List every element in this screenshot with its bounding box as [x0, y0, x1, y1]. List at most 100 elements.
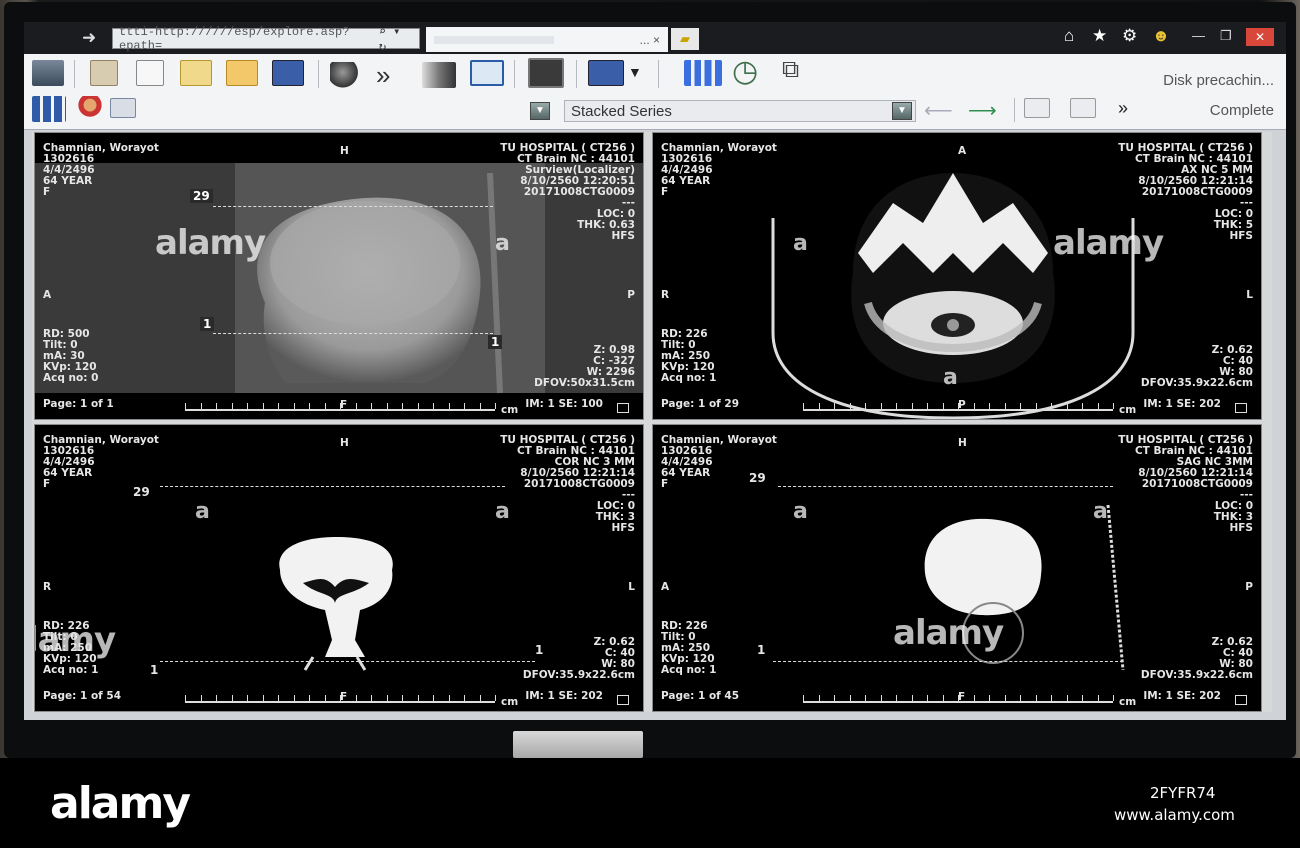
image-series-number: IM: 1 SE: 202 — [1143, 690, 1221, 702]
user-icon[interactable] — [78, 96, 102, 122]
minimize-icon[interactable]: — — [1192, 28, 1205, 43]
study-info-line: HFS — [1229, 230, 1253, 242]
clipboard-icon[interactable] — [90, 60, 118, 86]
patient-info-line: F — [661, 478, 669, 490]
image-menu-icon[interactable] — [617, 695, 629, 705]
ref-line-bottom — [160, 661, 535, 662]
image-id: 2FYFR74 — [1150, 784, 1216, 802]
tab-title[interactable]: ... × — [640, 33, 660, 47]
page-counter: Page: 1 of 1 — [43, 398, 114, 410]
viewer-toolbar: » ▼ ◷ ⧉ Disk precachin... ▼ Stacked Seri… — [24, 54, 1286, 130]
scale-ruler — [185, 695, 496, 703]
viewport-scout[interactable]: 29 1 1 alamy a Chamnian, Worayot 1302616 4… — [34, 132, 644, 420]
scan-params-line: Acq no: 0 — [43, 372, 99, 384]
toolbar-separator — [1014, 98, 1015, 122]
image-layout-icon[interactable] — [588, 60, 624, 86]
series-mode-dropdown[interactable]: Stacked Series — [564, 100, 916, 122]
orientation-right: L — [1246, 289, 1253, 301]
folder-icon[interactable] — [226, 60, 258, 86]
image-menu-icon[interactable] — [1235, 695, 1247, 705]
clock-icon[interactable]: ◷ — [732, 54, 758, 89]
settings-gear-icon[interactable]: ⚙ — [1122, 26, 1137, 46]
bar-chart-icon[interactable] — [684, 60, 722, 86]
magnifier-icon[interactable] — [330, 62, 362, 88]
3d-cube-icon[interactable] — [422, 62, 456, 88]
monitor-stand — [513, 731, 643, 758]
new-tab-icon[interactable]: ▰ — [671, 28, 699, 50]
next-arrow-icon[interactable]: ⟶ — [968, 98, 997, 123]
restore-icon[interactable]: ❐ — [1220, 28, 1232, 44]
patient-info-line: F — [43, 478, 51, 490]
orientation-top: H — [340, 437, 349, 449]
image-menu-icon[interactable] — [1235, 403, 1247, 413]
monitor-screen: ➜ ttti-http://////esp/explore.asp?epath=… — [24, 22, 1286, 720]
next-series-icon[interactable]: » — [376, 60, 390, 91]
image-series-number: IM: 1 SE: 100 — [525, 398, 603, 410]
grid-layout-icon[interactable] — [528, 58, 564, 88]
watermark-small: a — [793, 499, 808, 524]
series-mode-value: Stacked Series — [571, 103, 672, 120]
study-info: TU HOSPITAL ( CT256 ) CT Brain NC : 44101… — [500, 143, 635, 242]
watermark-small: a — [793, 231, 808, 256]
viewport-axial[interactable]: alamy a a Chamnian, Worayot 1302616 4/4/24… — [652, 132, 1262, 420]
document-icon[interactable] — [136, 60, 164, 86]
browser-tab[interactable]: ... × — [426, 27, 668, 52]
study-info-line: 20171008CTG0009 — [1141, 186, 1253, 198]
prev-arrow-icon[interactable]: ⟵ — [924, 98, 953, 123]
image-series-number: IM: 1 SE: 202 — [1143, 398, 1221, 410]
study-info: TU HOSPITAL ( CT256 ) CT Brain NC : 44101… — [500, 435, 635, 534]
dropdown-button-1[interactable]: ▼ — [530, 102, 550, 120]
watermark-small: a — [1093, 499, 1108, 524]
home-icon[interactable]: ⌂ — [1064, 26, 1074, 46]
patient-info: Chamnian, Worayot 1302616 4/4/2496 64 YEAR F — [43, 143, 159, 198]
thumbnail-grid-icon[interactable] — [32, 96, 66, 122]
close-window-button[interactable]: ✕ — [1246, 28, 1274, 46]
scale-ruler — [185, 403, 496, 411]
window-params: Z: 0.62 C: 40 W: 80 DFOV:35.9x22.6cm — [523, 637, 635, 681]
orientation-top: H — [958, 437, 967, 449]
orientation-top: A — [958, 145, 967, 157]
patient-info-line: 64 YEAR — [43, 175, 93, 187]
series-thumbnail-icon[interactable] — [272, 60, 304, 86]
slice-marker-1b: 1 — [488, 335, 503, 349]
orientation-right: L — [628, 581, 635, 593]
forward-arrow-icon[interactable]: ➜ — [82, 28, 96, 48]
monitor-bezel: ➜ ttti-http://////esp/explore.asp?epath=… — [4, 2, 1296, 758]
image-menu-icon[interactable] — [617, 403, 629, 413]
scan-params: RD: 226 Tilt: 0 mA: 250 KVp: 120 Acq no: 1 — [43, 621, 98, 676]
scale-ruler — [803, 695, 1114, 703]
watermark: alamy — [155, 223, 266, 263]
ref-line-top — [778, 486, 1113, 487]
layout-dropdown-arrow-icon[interactable]: ▼ — [628, 64, 642, 80]
watermark: alamy — [893, 613, 1004, 653]
ref-line-bottom — [773, 661, 1123, 662]
status-precaching: Disk precachin... — [1163, 72, 1274, 89]
viewport-coronal[interactable]: 29 1 1 alamy a a Chamnian, Worayot130261… — [34, 424, 644, 712]
address-bar[interactable]: ttti-http://////esp/explore.asp?epath= ⌕… — [112, 25, 420, 54]
favorites-star-icon[interactable]: ★ — [1092, 26, 1107, 46]
study-info-line: 20171008CTG0009 — [523, 186, 635, 198]
search-refresh-icon[interactable]: ⌕ ▾ ↻ — [379, 24, 413, 54]
scout-line-bottom — [213, 333, 493, 334]
toolbar-separator — [318, 60, 319, 88]
study-info: TU HOSPITAL ( CT256 ) CT Brain NC : 44101… — [1118, 143, 1253, 242]
scan-params: RD: 500 Tilt: 0 mA: 30 KVp: 120 Acq no: 0 — [43, 329, 98, 384]
patient-list-icon[interactable] — [32, 60, 64, 86]
toolbar-separator — [514, 60, 515, 88]
smiley-feedback-icon[interactable]: ☻ — [1152, 26, 1170, 46]
stock-site: www.alamy.com — [1114, 806, 1235, 824]
caption-strip — [0, 758, 1300, 848]
binoculars-icon[interactable]: ⧉ — [782, 56, 799, 84]
toolbar-separator — [74, 60, 75, 88]
scale-unit: cm — [501, 696, 519, 708]
series-mode-dropdown-button[interactable]: ▼ — [892, 102, 912, 120]
report-icon[interactable] — [180, 60, 212, 86]
scan-params: RD: 226 Tilt: 0 mA: 250 KVp: 120 Acq no: 1 — [661, 621, 716, 676]
window-params: Z: 0.98 C: -327 W: 2296 DFOV:50x31.5cm — [534, 345, 635, 389]
copy-icon[interactable] — [1024, 98, 1050, 118]
window-layout-icon[interactable] — [470, 60, 504, 86]
viewport-sagittal[interactable]: 29 1 alamy a a Chamnian, Worayot 1302616 4… — [652, 424, 1262, 712]
scan-params: RD: 226 Tilt: 0 mA: 250 KVp: 120 Acq no: 1 — [661, 329, 716, 384]
scan-params-line: Acq no: 1 — [661, 664, 717, 676]
annotation-icon[interactable] — [110, 98, 136, 118]
